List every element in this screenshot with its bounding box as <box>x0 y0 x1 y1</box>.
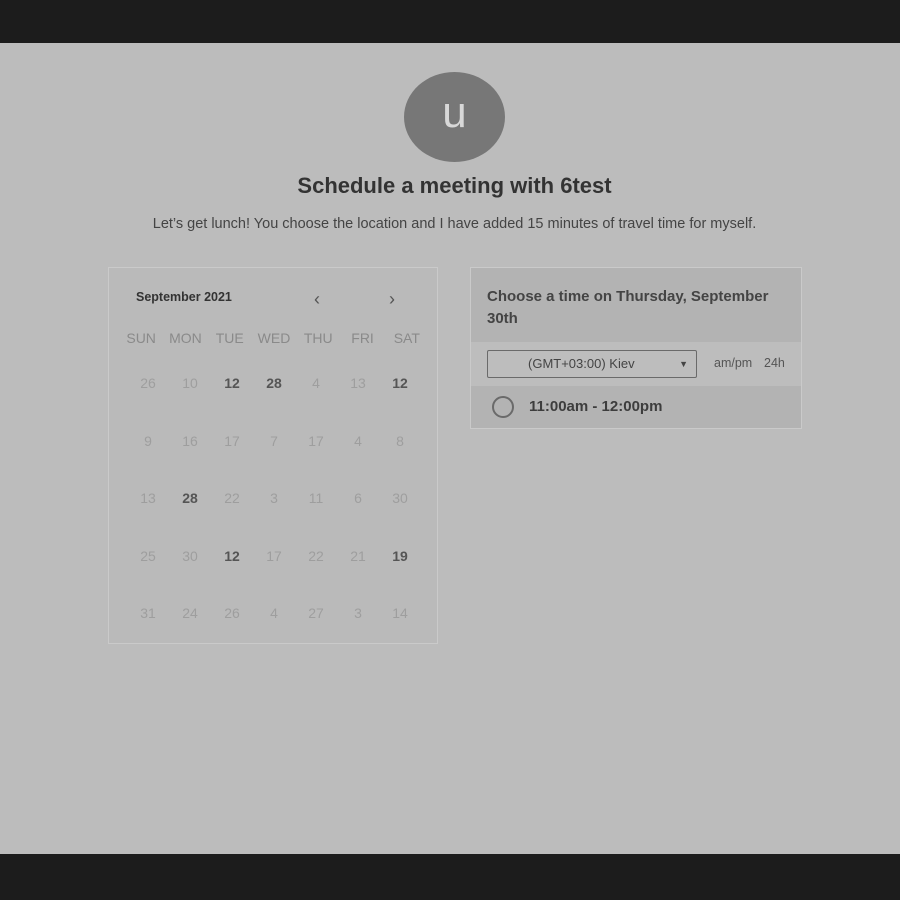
radio-button-icon[interactable] <box>492 396 514 418</box>
calendar-day: 4 <box>354 432 362 449</box>
avatar: u <box>404 72 505 162</box>
meeting-description: Let’s get lunch! You choose the location… <box>152 216 757 232</box>
calendar-day: 8 <box>396 432 404 449</box>
timezone-row: (GMT+03:00) Kiev ▼ am/pm 24h <box>471 342 801 386</box>
calendar-day: 13 <box>140 490 156 507</box>
weekday-label: TUE <box>215 330 244 346</box>
scheduling-page: u Schedule a meeting with 6test Let’s ge… <box>0 43 900 854</box>
calendar-day-available[interactable]: 12 <box>379 372 421 430</box>
calendar-day: 13 <box>350 375 366 391</box>
calendar-day: 30 <box>182 547 198 564</box>
calendar-day-grid: 26 10 12 28 4 13 12 9 16 17 7 17 4 8 13 28 22 3 11 6 30 25 30 1… <box>127 372 421 660</box>
calendar-day: 17 <box>266 547 282 564</box>
weekday-label: SAT <box>393 330 420 346</box>
calendar-day: 6 <box>354 490 362 507</box>
calendar-day: 3 <box>270 490 278 507</box>
calendar-day: 22 <box>224 490 240 507</box>
calendar-day: 17 <box>308 432 324 449</box>
calendar-day-available[interactable]: 12 <box>211 545 253 603</box>
weekday-label: SUN <box>126 330 156 346</box>
calendar-day: 4 <box>312 375 320 391</box>
calendar-day: 4 <box>270 605 278 622</box>
calendar-day: 9 <box>144 432 152 449</box>
calendar-day: 26 <box>224 605 240 622</box>
calendar-day-available[interactable]: 28 <box>253 372 295 430</box>
calendar-day-available[interactable]: 12 <box>211 372 253 430</box>
calendar-day: 17 <box>224 432 240 449</box>
24h-format-toggle[interactable]: 24h <box>764 356 785 370</box>
weekday-header: SUN MON TUE WED THU FRI SAT <box>119 330 429 346</box>
calendar-day: 26 <box>140 375 156 391</box>
caret-down-icon: ▼ <box>679 359 688 369</box>
calendar-day: 24 <box>182 605 198 622</box>
chevron-left-icon[interactable]: ‹ <box>314 289 320 310</box>
time-slot-option[interactable]: 11:00am - 12:00pm <box>471 386 801 428</box>
calendar-day: 31 <box>140 605 156 622</box>
calendar-day: 27 <box>308 605 324 622</box>
ampm-format-toggle[interactable]: am/pm <box>714 356 752 370</box>
timezone-select[interactable]: (GMT+03:00) Kiev ▼ <box>487 350 697 378</box>
weekday-label: THU <box>303 330 333 346</box>
chevron-right-icon[interactable]: › <box>389 289 395 310</box>
timezone-value: (GMT+03:00) Kiev <box>528 356 635 371</box>
calendar-day-available[interactable]: 19 <box>379 545 421 603</box>
time-picker-panel: Choose a time on Thursday, September 30t… <box>470 267 802 429</box>
weekday-label: WED <box>257 330 291 346</box>
calendar-day: 14 <box>392 605 408 622</box>
calendar-day: 21 <box>350 547 366 564</box>
calendar-day: 3 <box>354 605 362 622</box>
time-panel-heading: Choose a time on Thursday, September 30t… <box>487 288 769 327</box>
calendar-day: 16 <box>182 432 198 449</box>
page-title: Schedule a meeting with 6test <box>297 173 612 198</box>
calendar-day-available[interactable]: 28 <box>169 487 211 545</box>
calendar-day: 22 <box>308 547 324 564</box>
weekday-label: MON <box>169 330 202 346</box>
calendar-day: 7 <box>270 432 278 449</box>
time-slot-label: 11:00am - 12:00pm <box>529 398 663 415</box>
calendar-day: 25 <box>140 547 156 564</box>
calendar-day: 10 <box>182 375 198 391</box>
calendar-day: 11 <box>308 490 324 507</box>
weekday-label: FRI <box>351 330 374 346</box>
date-picker-calendar: September 2021 ‹ › SUN MON TUE WED THU F… <box>108 267 438 644</box>
month-label: September 2021 <box>136 290 232 304</box>
calendar-day: 30 <box>392 490 408 507</box>
